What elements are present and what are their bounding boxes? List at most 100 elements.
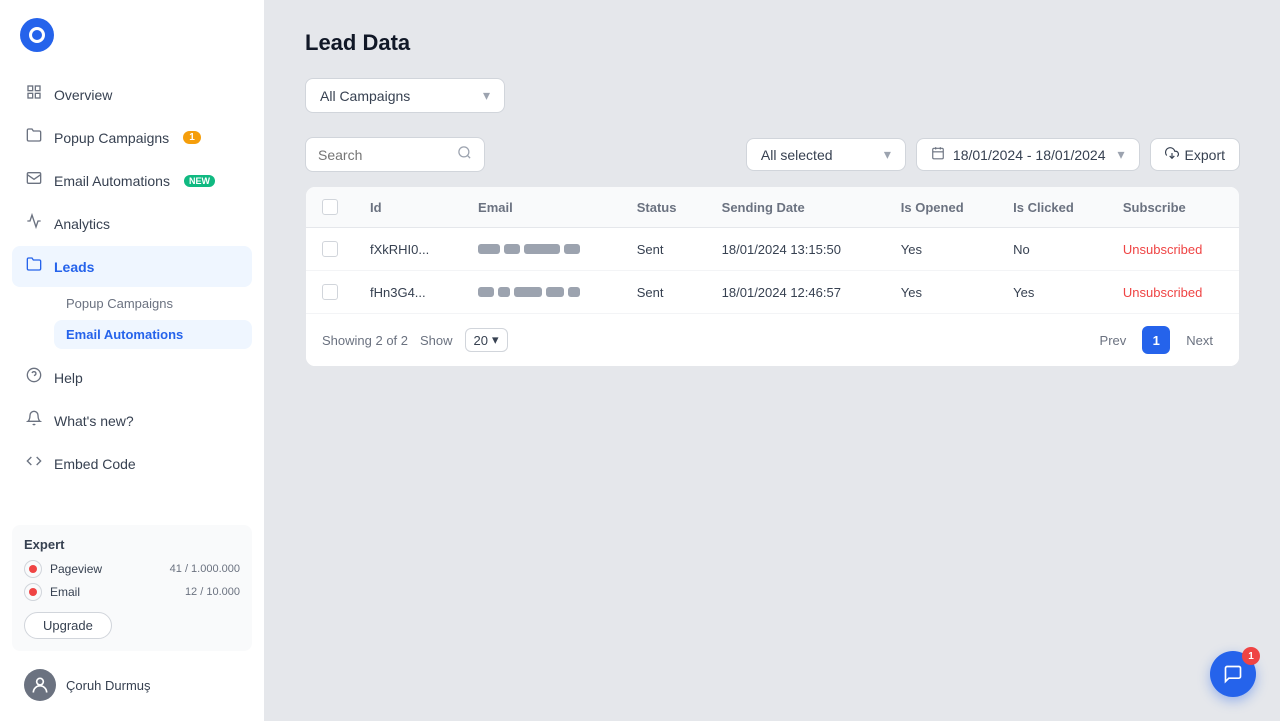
status-chevron-down-icon: ▾ — [884, 146, 891, 163]
pagination: Prev 1 Next — [1090, 326, 1223, 354]
search-icon — [457, 145, 472, 164]
table-footer: Showing 2 of 2 Show 20 ▾ Prev 1 Next — [306, 313, 1239, 366]
header-is-opened: Is Opened — [885, 187, 997, 228]
table-row: fXkRHI0... Sent 18/01/2024 13:15:50 Yes … — [306, 228, 1239, 271]
blur-block — [498, 287, 510, 297]
sidebar-item-help[interactable]: Help — [12, 357, 252, 398]
blur-block — [478, 287, 494, 297]
pageview-dot — [29, 565, 37, 573]
logo-area[interactable] — [0, 0, 264, 70]
pageview-label: Pageview — [50, 562, 162, 576]
sidebar-item-leads-label: Leads — [54, 259, 94, 275]
sidebar-item-popup-campaigns[interactable]: Popup Campaigns 1 — [12, 117, 252, 158]
sidebar-item-whats-new[interactable]: What's new? — [12, 400, 252, 441]
row2-id: fHn3G4... — [354, 271, 462, 314]
row1-id: fXkRHI0... — [354, 228, 462, 271]
sidebar-item-overview-label: Overview — [54, 87, 112, 103]
email-label: Email — [50, 585, 177, 599]
help-icon — [24, 367, 44, 388]
upgrade-button[interactable]: Upgrade — [24, 612, 112, 639]
email-dot — [29, 588, 37, 596]
chat-button[interactable]: 1 — [1210, 651, 1256, 697]
row1-subscribe: Unsubscribed — [1107, 228, 1239, 271]
export-label: Export — [1185, 147, 1225, 163]
overview-icon — [24, 84, 44, 105]
row2-email-blur — [478, 287, 605, 297]
row1-status: Sent — [621, 228, 706, 271]
export-icon — [1165, 146, 1179, 163]
sidebar-item-embed-code[interactable]: Embed Code — [12, 443, 252, 484]
blur-block — [478, 244, 500, 254]
row1-checkbox[interactable] — [322, 241, 338, 257]
current-page: 1 — [1142, 326, 1170, 354]
user-row: Çoruh Durmuş — [12, 661, 252, 701]
table-row: fHn3G4... Sent 18/01/2024 12:46:57 Yes — [306, 271, 1239, 314]
leads-table: Id Email Status Sending Date Is Opened I… — [306, 187, 1239, 313]
row2-is-clicked: Yes — [997, 271, 1107, 314]
expert-title: Expert — [24, 537, 240, 552]
filter-bar: All Campaigns ▾ — [305, 78, 1240, 113]
row2-subscribe: Unsubscribed — [1107, 271, 1239, 314]
blur-block — [564, 244, 580, 254]
sidebar-item-analytics-label: Analytics — [54, 216, 110, 232]
blur-block — [524, 244, 560, 254]
row1-email-blur — [478, 244, 605, 254]
row2-unsubscribed-tag: Unsubscribed — [1123, 285, 1203, 300]
status-filter-dropdown[interactable]: All selected ▾ — [746, 138, 906, 171]
sidebar-nav: Overview Popup Campaigns 1 Email Automat… — [0, 70, 264, 525]
sidebar-item-popup-campaigns-label: Popup Campaigns — [54, 130, 169, 146]
show-per-page-select[interactable]: 20 ▾ — [465, 328, 508, 352]
page-title: Lead Data — [305, 30, 1240, 56]
sidebar-item-whats-new-label: What's new? — [54, 413, 134, 429]
sidebar-item-email-automations[interactable]: Email Automations NEW — [12, 160, 252, 201]
sidebar-item-email-automations-label: Email Automations — [54, 173, 170, 189]
campaign-filter-dropdown[interactable]: All Campaigns ▾ — [305, 78, 505, 113]
campaign-filter-label: All Campaigns — [320, 88, 410, 104]
analytics-icon — [24, 213, 44, 234]
expert-section: Expert Pageview 41 / 1.000.000 Email 12 … — [12, 525, 252, 651]
sidebar-item-leads[interactable]: Leads — [12, 246, 252, 287]
chat-badge: 1 — [1242, 647, 1260, 665]
header-checkbox-cell — [306, 187, 354, 228]
popup-campaigns-badge: 1 — [183, 131, 201, 144]
status-filter-label: All selected — [761, 147, 833, 163]
showing-text: Showing 2 of 2 — [322, 333, 408, 348]
header-sending-date: Sending Date — [706, 187, 885, 228]
bell-icon — [24, 410, 44, 431]
pageview-dot-wrap — [24, 560, 42, 578]
chevron-down-icon: ▾ — [483, 87, 490, 104]
sidebar-item-analytics[interactable]: Analytics — [12, 203, 252, 244]
date-chevron-down-icon: ▾ — [1118, 146, 1125, 163]
row1-unsubscribed-tag: Unsubscribed — [1123, 242, 1203, 257]
email-automations-icon — [24, 170, 44, 191]
sidebar-item-email-automations-sub[interactable]: Email Automations — [54, 320, 252, 349]
row2-status: Sent — [621, 271, 706, 314]
date-range-picker[interactable]: 18/01/2024 - 18/01/2024 ▾ — [916, 138, 1140, 171]
show-value: 20 — [474, 333, 488, 348]
next-button[interactable]: Next — [1176, 329, 1223, 352]
blur-block — [568, 287, 580, 297]
row2-email — [462, 271, 621, 314]
user-name: Çoruh Durmuş — [66, 678, 151, 693]
show-label: Show — [420, 333, 453, 348]
sidebar-item-overview[interactable]: Overview — [12, 74, 252, 115]
select-all-checkbox[interactable] — [322, 199, 338, 215]
prev-button[interactable]: Prev — [1090, 329, 1137, 352]
header-subscribe: Subscribe — [1107, 187, 1239, 228]
sidebar-item-popup-campaigns-sub[interactable]: Popup Campaigns — [54, 289, 252, 318]
email-automations-badge: NEW — [184, 175, 215, 187]
leads-sub-nav: Popup Campaigns Email Automations — [12, 289, 252, 349]
main-content: Lead Data All Campaigns ▾ All selected ▾… — [265, 0, 1280, 721]
row2-checkbox[interactable] — [322, 284, 338, 300]
table-toolbar: All selected ▾ 18/01/2024 - 18/01/2024 ▾… — [305, 137, 1240, 172]
leads-icon — [24, 256, 44, 277]
leads-table-container: Id Email Status Sending Date Is Opened I… — [305, 186, 1240, 367]
show-chevron-icon: ▾ — [492, 332, 499, 348]
popup-campaigns-icon — [24, 127, 44, 148]
header-id: Id — [354, 187, 462, 228]
search-input[interactable] — [318, 147, 449, 163]
row1-checkbox-cell — [306, 228, 354, 271]
export-button[interactable]: Export — [1150, 138, 1240, 171]
sidebar-bottom: Expert Pageview 41 / 1.000.000 Email 12 … — [0, 525, 264, 711]
email-usage-row: Email 12 / 10.000 — [24, 583, 240, 601]
